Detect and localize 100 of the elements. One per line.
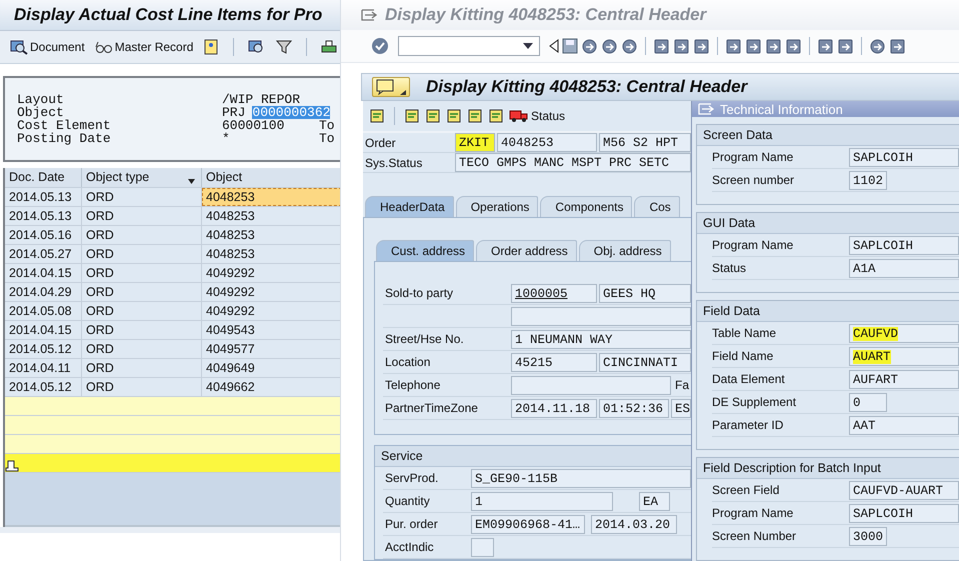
- header-label: To: [319, 132, 335, 145]
- field-label: Screen Number: [712, 529, 798, 543]
- note-icon[interactable]: [203, 39, 220, 55]
- header-label: Layout: [16, 93, 65, 106]
- sort-icon: [188, 179, 195, 184]
- column-header[interactable]: Doc. Date: [5, 168, 82, 187]
- order-type-field[interactable]: ZKIT: [455, 133, 495, 152]
- check-icon[interactable]: [371, 37, 389, 55]
- save-icon[interactable]: [562, 38, 578, 54]
- field-value: 0: [853, 396, 861, 410]
- input-field[interactable]: S_GE90-115B: [471, 468, 691, 488]
- input-field[interactable]: 2014.11.18: [511, 398, 597, 418]
- field-label: Field Name: [712, 349, 774, 363]
- tab[interactable]: Components: [540, 196, 632, 217]
- tab[interactable]: Cust. address: [376, 240, 474, 261]
- table-cell: ORD: [82, 302, 202, 320]
- input-field[interactable]: ES: [671, 398, 691, 418]
- window-title: Display Kitting 4048253: Central Header: [385, 5, 706, 25]
- collapse-icon[interactable]: [549, 39, 559, 53]
- field-value: AUART: [853, 350, 891, 364]
- input-field[interactable]: AUFART: [849, 370, 959, 388]
- field-label: Location: [384, 355, 432, 369]
- field-value: SAPLCOIH: [853, 506, 914, 520]
- input-field[interactable]: 2014.03.20: [591, 514, 677, 534]
- header-value: /WIP REPOR: [222, 93, 300, 106]
- table-cell: ORD: [82, 378, 202, 396]
- field-value: SAPLCOIH: [853, 150, 914, 164]
- input-field[interactable]: CAUFVD-AUART: [849, 480, 959, 500]
- table-cell: 4048253: [202, 188, 340, 206]
- selected-text: 0000000362: [252, 106, 330, 119]
- field-label: Pur. order: [384, 517, 439, 531]
- field-label: Program Name: [712, 150, 794, 164]
- field-label: Sys.Status: [364, 156, 424, 170]
- tab[interactable]: Operations: [456, 196, 538, 217]
- field-label: Table Name: [712, 326, 778, 340]
- input-field[interactable]: CAUFVD: [849, 324, 959, 342]
- input-field[interactable]: SAPLCOIH: [849, 148, 959, 166]
- group-title: Screen Data: [697, 125, 959, 146]
- order-number-field[interactable]: 4048253: [497, 133, 597, 152]
- group-title: Field Data: [697, 301, 959, 322]
- input-field[interactable]: 45215: [511, 352, 597, 372]
- table-cell: ORD: [82, 359, 202, 377]
- input-field[interactable]: EM09906968-41…: [471, 514, 585, 534]
- field-label: Data Element: [712, 372, 786, 386]
- field-value: SAPLCOIH: [853, 238, 914, 252]
- input-field[interactable]: EA: [639, 492, 670, 510]
- input-field[interactable]: CINCINNATI: [599, 352, 691, 372]
- tab[interactable]: Cos: [634, 196, 680, 217]
- toolbar-button[interactable]: Master Record: [94, 40, 194, 54]
- input-field[interactable]: 1102: [849, 170, 887, 190]
- filter-icon[interactable]: [276, 39, 292, 55]
- input-field[interactable]: [511, 376, 671, 394]
- screen-title: Display Kitting 4048253: Central Header: [426, 77, 748, 97]
- tab[interactable]: HeaderData: [365, 196, 454, 217]
- input-field[interactable]: GEES HQ: [599, 284, 691, 302]
- input-field[interactable]: 01:52:36: [599, 398, 669, 418]
- input-field[interactable]: 1: [471, 492, 613, 510]
- status-button[interactable]: Status: [509, 109, 566, 123]
- dropdown-icon: [523, 43, 533, 49]
- tab[interactable]: Obj. address: [578, 240, 671, 261]
- input-field[interactable]: SAPLCOIH: [849, 236, 959, 254]
- window-title: Display Actual Cost Line Items for Pro: [14, 5, 322, 25]
- table-cell: 2014.05.12: [5, 340, 82, 358]
- input-field[interactable]: AUART: [849, 346, 959, 366]
- table-cell: 2014.05.27: [5, 245, 82, 263]
- field-value: AUFART: [853, 372, 898, 386]
- field-label: Screen Field: [712, 483, 780, 497]
- header-label: Cost Element: [16, 119, 112, 132]
- input-field[interactable]: 0: [849, 392, 887, 412]
- header-value: 60000100: [222, 119, 284, 132]
- input-field[interactable]: 1 NEUMANN WAY: [511, 330, 691, 348]
- status-field[interactable]: TECO GMPS MANC MSPT PRC SETC: [455, 153, 691, 172]
- input-field[interactable]: [511, 306, 691, 326]
- dropdown-icon: [400, 90, 406, 95]
- table-cell: ORD: [82, 264, 202, 282]
- input-field[interactable]: A1A: [849, 258, 959, 278]
- table-cell: ORD: [82, 321, 202, 339]
- command-field[interactable]: [398, 36, 540, 56]
- field-label: Screen number: [712, 173, 796, 187]
- header-label: Object: [16, 106, 64, 119]
- header-value: PRJ: [222, 106, 246, 119]
- group-title: Field Description for Batch Input: [697, 458, 959, 479]
- field-label: AcctIndic: [384, 540, 435, 554]
- input-field[interactable]: 1000005: [511, 284, 597, 302]
- table-cell: 2014.05.16: [5, 226, 82, 244]
- tab[interactable]: Order address: [476, 240, 577, 261]
- column-header[interactable]: Object type: [82, 168, 202, 187]
- toolbar-button[interactable]: Document: [10, 39, 85, 55]
- input-field[interactable]: [471, 538, 494, 556]
- input-field[interactable]: AAT: [849, 416, 959, 434]
- header-value: *: [222, 132, 230, 145]
- description-field[interactable]: M56 S2 HPT: [599, 133, 691, 152]
- field-label: Order: [364, 136, 397, 150]
- input-field[interactable]: 3000: [849, 526, 887, 546]
- field-value: 1102: [853, 174, 884, 188]
- input-field[interactable]: SAPLCOIH: [849, 504, 959, 522]
- menu-button[interactable]: [372, 77, 410, 97]
- window-menu-icon[interactable]: [361, 8, 377, 22]
- header-label: Posting Date: [16, 132, 112, 145]
- field-label: Program Name: [712, 506, 794, 520]
